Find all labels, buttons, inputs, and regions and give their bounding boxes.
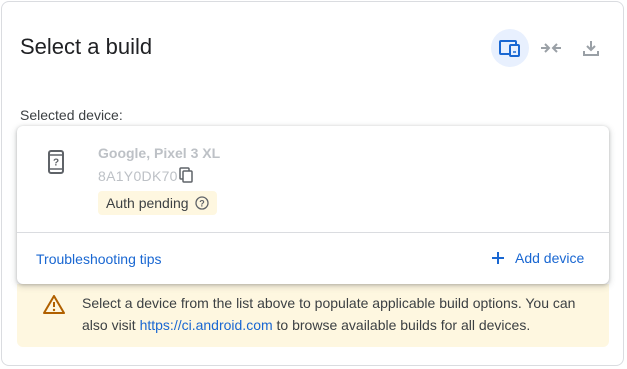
- status-text: Auth pending: [106, 195, 189, 211]
- download-icon: [583, 41, 599, 56]
- add-device-label: Add device: [515, 250, 585, 266]
- help-icon[interactable]: ?: [194, 196, 209, 210]
- download-button[interactable]: [572, 29, 610, 67]
- divider: [17, 232, 609, 233]
- page-title: Select a build: [20, 34, 153, 59]
- device-serial: 8A1Y0DK70: [98, 168, 178, 184]
- device-panel: ? Google, Pixel 3 XL 8A1Y0DK70 Auth pend…: [17, 126, 609, 284]
- connect-icon: [541, 43, 561, 53]
- phone-unknown-icon: ?: [48, 150, 64, 179]
- notice-box: Select a device from the list above to p…: [17, 284, 609, 347]
- selected-device-label: Selected device:: [20, 107, 123, 123]
- status-badge: Auth pending ?: [98, 191, 217, 215]
- add-device-button[interactable]: Add device: [491, 250, 584, 266]
- ci-android-link[interactable]: https://ci.android.com: [140, 317, 273, 333]
- svg-text:?: ?: [199, 199, 205, 209]
- copy-icon[interactable]: [179, 167, 193, 188]
- troubleshooting-link[interactable]: Troubleshooting tips: [36, 251, 162, 267]
- connect-button[interactable]: [532, 29, 570, 67]
- svg-text:?: ?: [53, 158, 59, 169]
- plus-icon: [491, 251, 505, 265]
- devices-icon: [499, 40, 520, 57]
- device-name: Google, Pixel 3 XL: [98, 145, 221, 161]
- warning-icon: [43, 295, 65, 319]
- devices-button[interactable]: [491, 29, 529, 67]
- notice-text: Select a device from the list above to p…: [82, 295, 576, 333]
